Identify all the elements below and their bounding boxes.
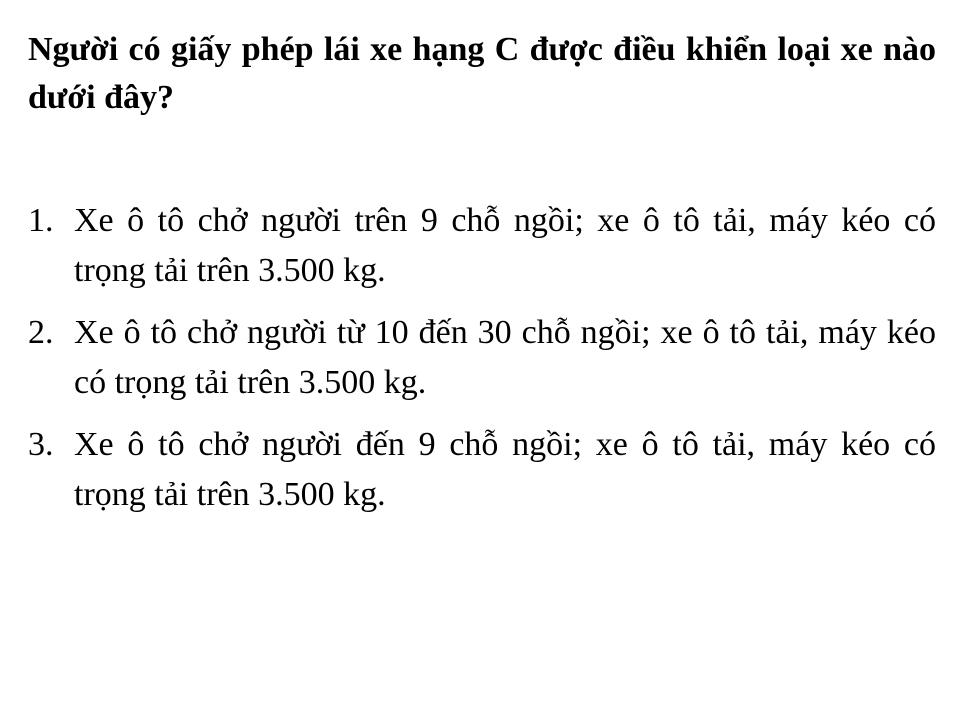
answer-text: Xe ô tô chở người từ 10 đến 30 chỗ ngồi;… (74, 314, 936, 401)
answer-list: 1. Xe ô tô chở người trên 9 chỗ ngồi; xe… (28, 196, 936, 532)
answer-option-2: 2. Xe ô tô chở người từ 10 đến 30 chỗ ng… (28, 308, 936, 408)
answer-option-1: 1. Xe ô tô chở người trên 9 chỗ ngồi; xe… (28, 196, 936, 296)
quiz-slide: Người có giấy phép lái xe hạng C được đi… (0, 0, 960, 720)
answer-text: Xe ô tô chở người đến 9 chỗ ngồi; xe ô t… (74, 426, 936, 513)
answer-option-3: 3. Xe ô tô chở người đến 9 chỗ ngồi; xe … (28, 420, 936, 520)
answer-text: Xe ô tô chở người trên 9 chỗ ngồi; xe ô … (74, 202, 936, 289)
question-text: Người có giấy phép lái xe hạng C được đi… (28, 31, 936, 116)
answer-number: 1. (28, 202, 54, 239)
answer-number: 3. (28, 426, 54, 463)
answer-number: 2. (28, 314, 54, 351)
